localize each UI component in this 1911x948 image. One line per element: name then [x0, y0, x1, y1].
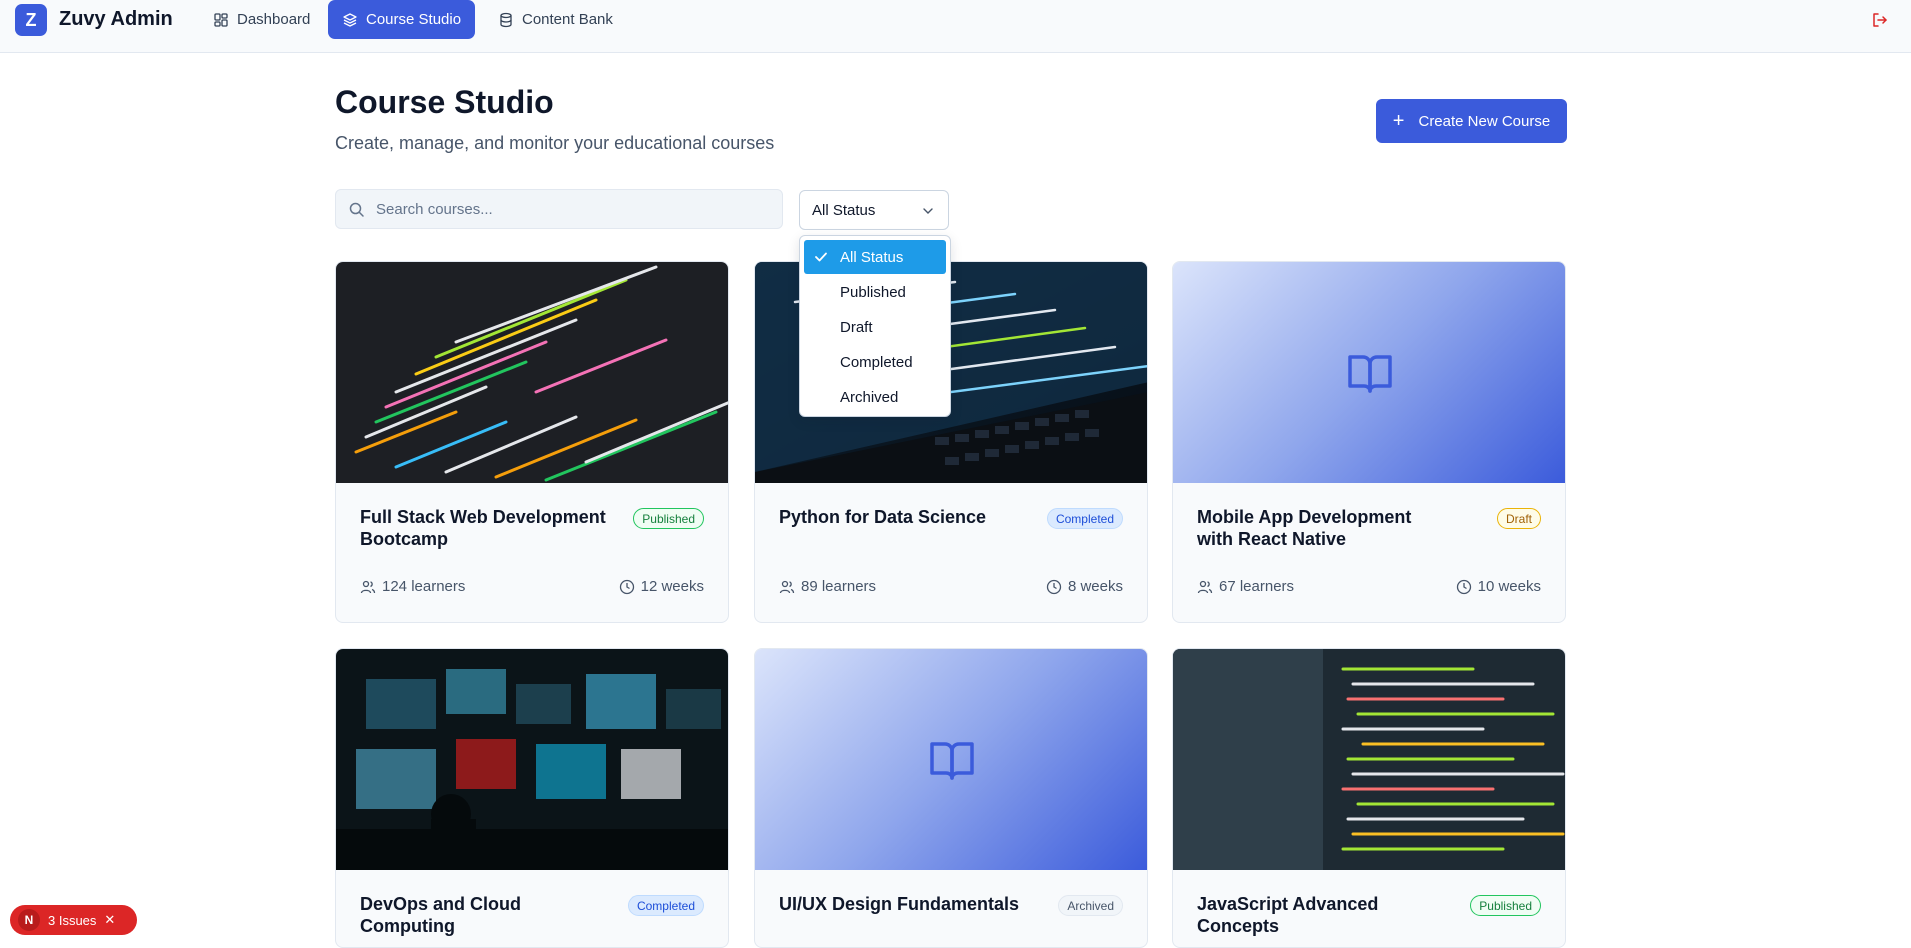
status-badge: Draft	[1496, 508, 1541, 529]
learners-label: 124 learners	[382, 578, 466, 595]
book-open-icon	[930, 741, 974, 780]
status-option-label: Draft	[840, 318, 873, 336]
issues-badge[interactable]: N 3 Issues ✕	[10, 905, 137, 935]
course-title: UI/UX Design Fundamentals	[779, 894, 1020, 914]
course-card[interactable]: UI/UX Design Fundamentals Archived	[754, 648, 1148, 948]
nav-content-bank-label: Content Bank	[522, 11, 613, 28]
duration: 12 weeks	[619, 578, 704, 595]
course-title: Full Stack Web Development Bootcamp	[360, 507, 606, 549]
status-option-draft[interactable]: Draft	[804, 310, 946, 344]
status-filter-select[interactable]: All Status	[799, 190, 949, 230]
duration: 10 weeks	[1456, 578, 1541, 595]
search-icon	[349, 202, 364, 217]
nav-course-studio-label: Course Studio	[366, 11, 462, 28]
brand-name: Zuvy Admin	[59, 8, 173, 30]
top-navbar: Z Zuvy Admin Dashboard Course Studio Con…	[0, 0, 1911, 53]
users-icon	[779, 580, 795, 593]
course-card[interactable]: DevOps and Cloud Computing Completed	[335, 648, 729, 948]
clock-icon	[1456, 579, 1471, 594]
status-badge: Completed	[627, 895, 704, 916]
status-filter-value: All Status	[812, 201, 876, 219]
database-icon	[500, 12, 512, 27]
learners-label: 67 learners	[1219, 578, 1295, 595]
course-title: JavaScript Advanced Concepts	[1197, 894, 1379, 936]
course-image-placeholder	[755, 649, 1147, 870]
status-badge: Published	[633, 508, 704, 529]
nav-course-studio[interactable]: Course Studio	[328, 0, 476, 39]
check-icon	[815, 252, 827, 262]
page-subtitle: Create, manage, and monitor your educati…	[335, 133, 775, 153]
search-input[interactable]	[376, 190, 772, 228]
page-title: Course Studio	[335, 84, 554, 120]
status-option-archived[interactable]: Archived	[804, 380, 946, 414]
learners-label: 89 learners	[801, 578, 877, 595]
course-image-placeholder	[1173, 262, 1565, 483]
status-badge: Published	[1470, 895, 1541, 916]
learners-count: 124 learners	[360, 578, 465, 595]
create-new-course-label: Create New Course	[1418, 112, 1551, 130]
status-option-label: Completed	[840, 353, 913, 371]
logout-icon[interactable]	[1871, 11, 1889, 29]
create-new-course-button[interactable]: + Create New Course	[1376, 99, 1567, 143]
course-card[interactable]: Full Stack Web Development Bootcamp Publ…	[335, 261, 729, 623]
issues-avatar: N	[18, 909, 40, 931]
status-badge: Completed	[1046, 508, 1123, 529]
course-image	[336, 262, 728, 483]
plus-icon: +	[1392, 110, 1405, 132]
status-dropdown: All Status Published Draft Completed Arc…	[799, 235, 951, 417]
book-open-icon	[1348, 354, 1392, 393]
nav-dashboard[interactable]: Dashboard	[199, 0, 324, 39]
course-image	[1173, 649, 1565, 870]
issues-label: 3 Issues	[48, 912, 97, 928]
status-option-label: Archived	[840, 388, 899, 406]
users-icon	[360, 580, 376, 593]
clock-icon	[619, 579, 634, 594]
course-title: Python for Data Science	[779, 507, 987, 527]
status-option-completed[interactable]: Completed	[804, 345, 946, 379]
learners-count: 89 learners	[779, 578, 876, 595]
duration-label: 8 weeks	[1067, 578, 1123, 595]
logo[interactable]: Z	[15, 4, 47, 36]
course-title: Mobile App Development with React Native	[1197, 507, 1412, 549]
course-card[interactable]: JavaScript Advanced Concepts Published	[1172, 648, 1566, 948]
learners-count: 67 learners	[1197, 578, 1294, 595]
search-box	[335, 189, 783, 229]
clock-icon	[1046, 579, 1062, 594]
close-icon[interactable]: ✕	[104, 912, 115, 928]
duration: 8 weeks	[1046, 578, 1123, 595]
duration-label: 10 weeks	[1477, 578, 1541, 595]
nav-dashboard-label: Dashboard	[237, 11, 311, 28]
layers-icon	[343, 12, 357, 27]
status-option-label: Published	[840, 283, 906, 301]
users-icon	[1197, 580, 1213, 593]
status-option-published[interactable]: Published	[804, 275, 946, 309]
status-badge: Archived	[1058, 895, 1123, 916]
chevron-down-icon	[923, 208, 933, 214]
course-card[interactable]: Mobile App Development with React Native…	[1172, 261, 1566, 623]
nav-content-bank[interactable]: Content Bank	[484, 0, 627, 39]
course-image	[336, 649, 728, 870]
status-option-label: All Status	[840, 248, 904, 266]
course-title: DevOps and Cloud Computing	[360, 894, 522, 936]
status-option-all[interactable]: All Status	[804, 240, 946, 274]
dashboard-icon	[214, 12, 228, 27]
duration-label: 12 weeks	[640, 578, 704, 595]
